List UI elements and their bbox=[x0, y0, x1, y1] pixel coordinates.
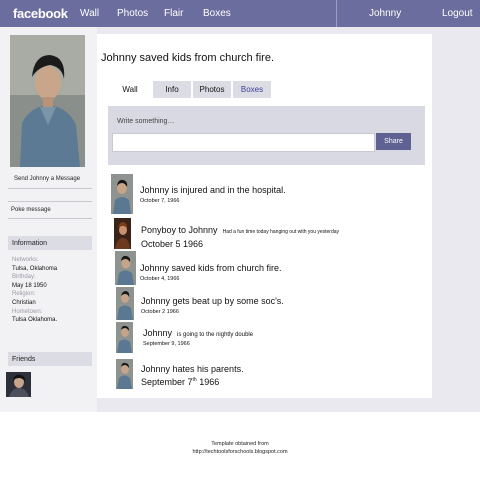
post-avatar[interactable] bbox=[116, 322, 133, 353]
footer: Template obtained from http://techtoolsf… bbox=[0, 440, 480, 456]
post-date-year: 1966 bbox=[196, 377, 220, 387]
post-avatar[interactable] bbox=[116, 287, 134, 320]
composer-placeholder: Write something… bbox=[117, 118, 175, 125]
post-text: Johnny saved kids from church fire. bbox=[140, 263, 282, 273]
info-value: Tulsa, Oklahoma bbox=[12, 265, 58, 272]
tab-boxes[interactable]: Boxes bbox=[233, 81, 271, 98]
information-section: Networks: Tulsa, Oklahoma Birthday: May … bbox=[12, 256, 96, 325]
info-label: Networks: bbox=[12, 257, 39, 263]
post-author: Ponyboy to Johnny bbox=[141, 225, 218, 235]
info-value: May 18 1950 bbox=[12, 282, 47, 289]
nav-divider bbox=[336, 0, 337, 27]
footer-credit: Template obtained from bbox=[211, 441, 269, 447]
info-value: Tulsa Oklahoma. bbox=[12, 317, 58, 324]
post-date: September 9, 1966 bbox=[143, 341, 190, 347]
post-date: October 4, 1966 bbox=[140, 276, 180, 282]
wall-post-input[interactable] bbox=[112, 133, 375, 152]
post-avatar[interactable] bbox=[115, 251, 136, 285]
wall-composer: Write something… Share bbox=[108, 106, 425, 165]
nav-boxes[interactable]: Boxes bbox=[203, 8, 231, 19]
post-avatar[interactable] bbox=[116, 359, 133, 389]
facebook-logo[interactable]: facebook bbox=[13, 6, 68, 21]
top-navigation-bar: facebook Wall Photos Flair Boxes Johnny … bbox=[0, 0, 480, 27]
friends-header: Friends bbox=[8, 352, 92, 366]
post-date: October 2 1966 bbox=[141, 309, 179, 315]
post-message: is going to the nightly double bbox=[177, 332, 254, 338]
nav-flair[interactable]: Flair bbox=[164, 8, 183, 19]
info-label: Religion: bbox=[12, 291, 36, 298]
post-text: Johnny gets beat up by some soc's. bbox=[141, 296, 284, 306]
friend-avatar[interactable] bbox=[6, 372, 31, 397]
profile-photo[interactable] bbox=[10, 35, 85, 167]
nav-user[interactable]: Johnny bbox=[369, 8, 401, 19]
info-value: Christian bbox=[12, 299, 36, 306]
poke-message-link[interactable]: Poke message bbox=[11, 207, 51, 213]
post-text: Johnny is going to the nightly double bbox=[143, 328, 253, 338]
tab-photos[interactable]: Photos bbox=[193, 81, 231, 98]
nav-wall[interactable]: Wall bbox=[80, 8, 99, 19]
post-text: Johnny hates his parents. bbox=[141, 364, 244, 374]
share-button[interactable]: Share bbox=[376, 133, 411, 150]
logout-link[interactable]: Logout bbox=[442, 8, 473, 19]
post-message: Had a fun time today hanging out with yo… bbox=[222, 229, 340, 235]
post-author: Johnny bbox=[143, 328, 173, 338]
nav-photos[interactable]: Photos bbox=[117, 8, 148, 19]
post-text: Ponyboy to Johnny Had a fun time today h… bbox=[141, 225, 339, 235]
information-header: Information bbox=[8, 236, 92, 250]
divider bbox=[8, 188, 92, 189]
post-date: October 7, 1966 bbox=[140, 198, 180, 204]
info-label: Hometown: bbox=[12, 308, 43, 315]
tab-wall[interactable]: Wall bbox=[109, 81, 151, 98]
post-avatar[interactable] bbox=[111, 174, 133, 214]
post-date-main: September 7 bbox=[141, 377, 193, 387]
post-date: September 7th 1966 bbox=[141, 377, 219, 387]
divider bbox=[8, 218, 92, 219]
send-message-link[interactable]: Send Johnny a Message bbox=[14, 176, 80, 182]
post-text: Johnny is injured and in the hospital. bbox=[140, 185, 286, 195]
profile-status: Johnny saved kids from church fire. bbox=[101, 52, 275, 64]
post-avatar[interactable] bbox=[114, 218, 131, 249]
divider bbox=[8, 201, 92, 202]
tab-info[interactable]: Info bbox=[153, 81, 191, 98]
footer-link[interactable]: http://techtoolsforschools.blogspot.com bbox=[0, 448, 480, 456]
info-label: Birthday: bbox=[12, 274, 36, 281]
post-date: October 5 1966 bbox=[141, 239, 204, 249]
